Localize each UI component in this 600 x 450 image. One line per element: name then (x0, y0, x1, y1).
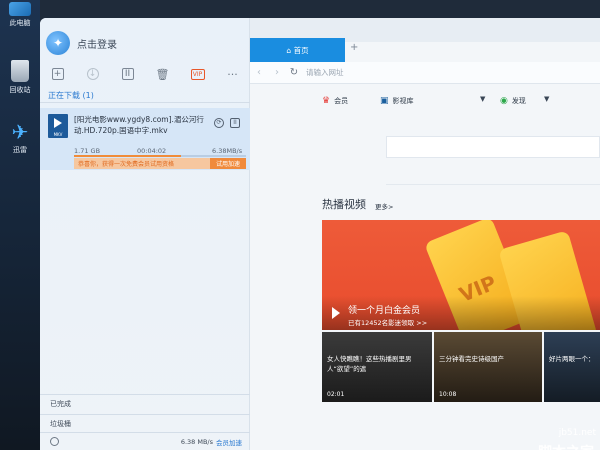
pause-button[interactable]: II (110, 62, 145, 86)
pause-icon: II (121, 68, 134, 80)
download-task-row[interactable]: MKV [阳光电影www.ygdy8.com].湄公河行动.HD.720p.国语… (40, 108, 250, 170)
task-size: 1.71 GB (74, 147, 101, 155)
refresh-icon[interactable]: ↻ (286, 67, 302, 78)
movie-library-label: 影视库 (392, 97, 414, 105)
crown-icon: ♛ (322, 96, 331, 106)
video-duration: 02:01 (327, 391, 345, 398)
divider (40, 102, 250, 103)
video-title: 好片两眼一个： (549, 355, 595, 363)
video-duration: 10:08 (439, 391, 457, 398)
delete-button[interactable]: 🗑 (145, 62, 180, 86)
vip-promo-banner[interactable]: VIP 领一个月白金会员 已有12452名影迷领取 >> (322, 220, 600, 330)
trash-section[interactable]: 垃圾桶 (40, 414, 250, 432)
download-arrow-icon: ↓ (86, 68, 99, 80)
video-thumbnail[interactable]: 女人快瞧瞧！这些热播剧里男人“欲望”的遮 02:01 (322, 332, 432, 402)
task-speed: 6.38MB/s (212, 147, 243, 155)
open-folder-icon[interactable]: ⟳ (214, 118, 224, 128)
address-bar: ‹ › ↻ 请输入网址 (250, 62, 600, 84)
video-thumbnails: 女人快瞧瞧！这些热播剧里男人“欲望”的遮 02:01 三分钟看完史诗级国产 10… (322, 332, 600, 402)
banner-subtitle: 已有12452名影迷领取 >> (348, 319, 428, 327)
discover-icon: ◉ (500, 96, 508, 106)
plus-icon: + (51, 68, 64, 80)
completed-section[interactable]: 已完成 (40, 394, 250, 412)
home-icon: ⌂ (286, 45, 294, 55)
desktop-icon-recycle-bin[interactable]: 回收站 (0, 60, 40, 95)
browser-panel: ⌂ 首页 + ‹ › ↻ 请输入网址 ♛ 会员 ▣ 影视库 ▼ ◉ 发现 ▼ 热… (250, 18, 600, 450)
recycle-bin-icon (11, 60, 29, 82)
vip-icon: VIP (190, 68, 205, 80)
desktop-icon-this-pc[interactable]: 此电脑 (0, 2, 40, 28)
video-thumbnail[interactable]: 三分钟看完史诗级国产 10:08 (434, 332, 542, 402)
back-icon[interactable]: ‹ (250, 67, 268, 78)
forward-icon[interactable]: › (268, 67, 286, 78)
tab-label: 首页 (293, 45, 309, 55)
download-panel: ✦ 点击登录 + ↓ II 🗑 VIP ··· 正在下载 (1) MKV [阳光… (40, 18, 250, 450)
tv-icon: ▣ (380, 96, 389, 106)
total-speed: 6.38 MB/s (180, 437, 213, 446)
file-extension: MKV (53, 132, 63, 137)
desktop: 此电脑 回收站 ✈ 迅雷 (0, 0, 40, 450)
start-button[interactable]: ↓ (75, 62, 110, 86)
desktop-icon-label: 此电脑 (9, 19, 31, 27)
video-title: 女人快瞧瞧！这些热播剧里男人“欲望”的遮 (327, 355, 412, 373)
chevron-down-icon[interactable]: ▼ (480, 95, 485, 103)
downloading-section[interactable]: 正在下载 (1) (48, 90, 94, 101)
vip-link-label: 会员 (334, 97, 349, 105)
computer-icon (9, 2, 31, 16)
status-bar: 6.38 MB/s 会员加速 (40, 432, 250, 450)
movie-library-link[interactable]: ▣ 影视库 (380, 96, 414, 106)
trash-icon: 🗑 (155, 67, 170, 81)
new-tab-button[interactable]: + (350, 42, 358, 53)
discover-label: 发现 (511, 97, 526, 105)
play-icon (54, 118, 62, 128)
vip-link[interactable]: ♛ 会员 (322, 96, 348, 106)
task-file-name: [阳光电影www.ygdy8.com].湄公河行动.HD.720p.国语中字.m… (74, 115, 204, 135)
vip-button[interactable]: VIP (180, 62, 215, 86)
login-link[interactable]: 点击登录 (77, 36, 117, 51)
chevron-down-icon[interactable]: ▼ (544, 95, 549, 103)
divider (386, 184, 600, 185)
thunder-window: ✦ 点击登录 + ↓ II 🗑 VIP ··· 正在下载 (1) MKV [阳光… (40, 18, 600, 450)
search-input[interactable] (386, 136, 600, 158)
desktop-icon-thunder[interactable]: ✈ 迅雷 (0, 122, 40, 155)
trial-accelerate-button[interactable]: 试用加速 (210, 158, 246, 169)
thunder-logo-icon: ✦ (46, 31, 70, 55)
login-area[interactable]: ✦ 点击登录 (46, 30, 117, 56)
new-task-button[interactable]: + (40, 62, 75, 86)
thunder-bird-icon: ✈ (11, 120, 29, 144)
vip-trial-banner: 恭喜你，获得一次免费会员试用资格 试用加速 (74, 158, 246, 169)
vip-accelerate-link[interactable]: 会员加速 (216, 437, 242, 447)
more-link[interactable]: 更多> (375, 201, 393, 211)
timer-icon[interactable] (50, 437, 59, 446)
task-pause-icon[interactable]: II (230, 118, 240, 128)
more-button[interactable]: ··· (215, 62, 250, 86)
watermark-site: jb51.net (558, 428, 596, 438)
promo-text: 恭喜你，获得一次免费会员试用资格 (78, 161, 175, 168)
url-input[interactable]: 请输入网址 (306, 67, 344, 78)
video-thumbnail[interactable]: 好片两眼一个： (544, 332, 600, 402)
video-file-icon: MKV (48, 114, 68, 138)
hot-videos-title: 热播视频 (322, 198, 366, 211)
watermark-name: 脚本之家 (538, 442, 594, 450)
task-remaining-time: 00:04:02 (137, 147, 167, 155)
progress-bar (74, 155, 246, 157)
play-icon (332, 307, 340, 319)
tab-home[interactable]: ⌂ 首页 (250, 38, 345, 62)
video-title: 三分钟看完史诗级国产 (439, 355, 504, 363)
desktop-icon-label: 迅雷 (13, 146, 27, 154)
banner-title: 领一个月白金会员 (348, 306, 421, 316)
more-icon: ··· (227, 67, 238, 81)
download-toolbar: + ↓ II 🗑 VIP ··· (40, 62, 250, 86)
discover-link[interactable]: ◉ 发现 (500, 96, 526, 106)
desktop-icon-label: 回收站 (9, 86, 31, 94)
progress-fill (74, 155, 181, 157)
